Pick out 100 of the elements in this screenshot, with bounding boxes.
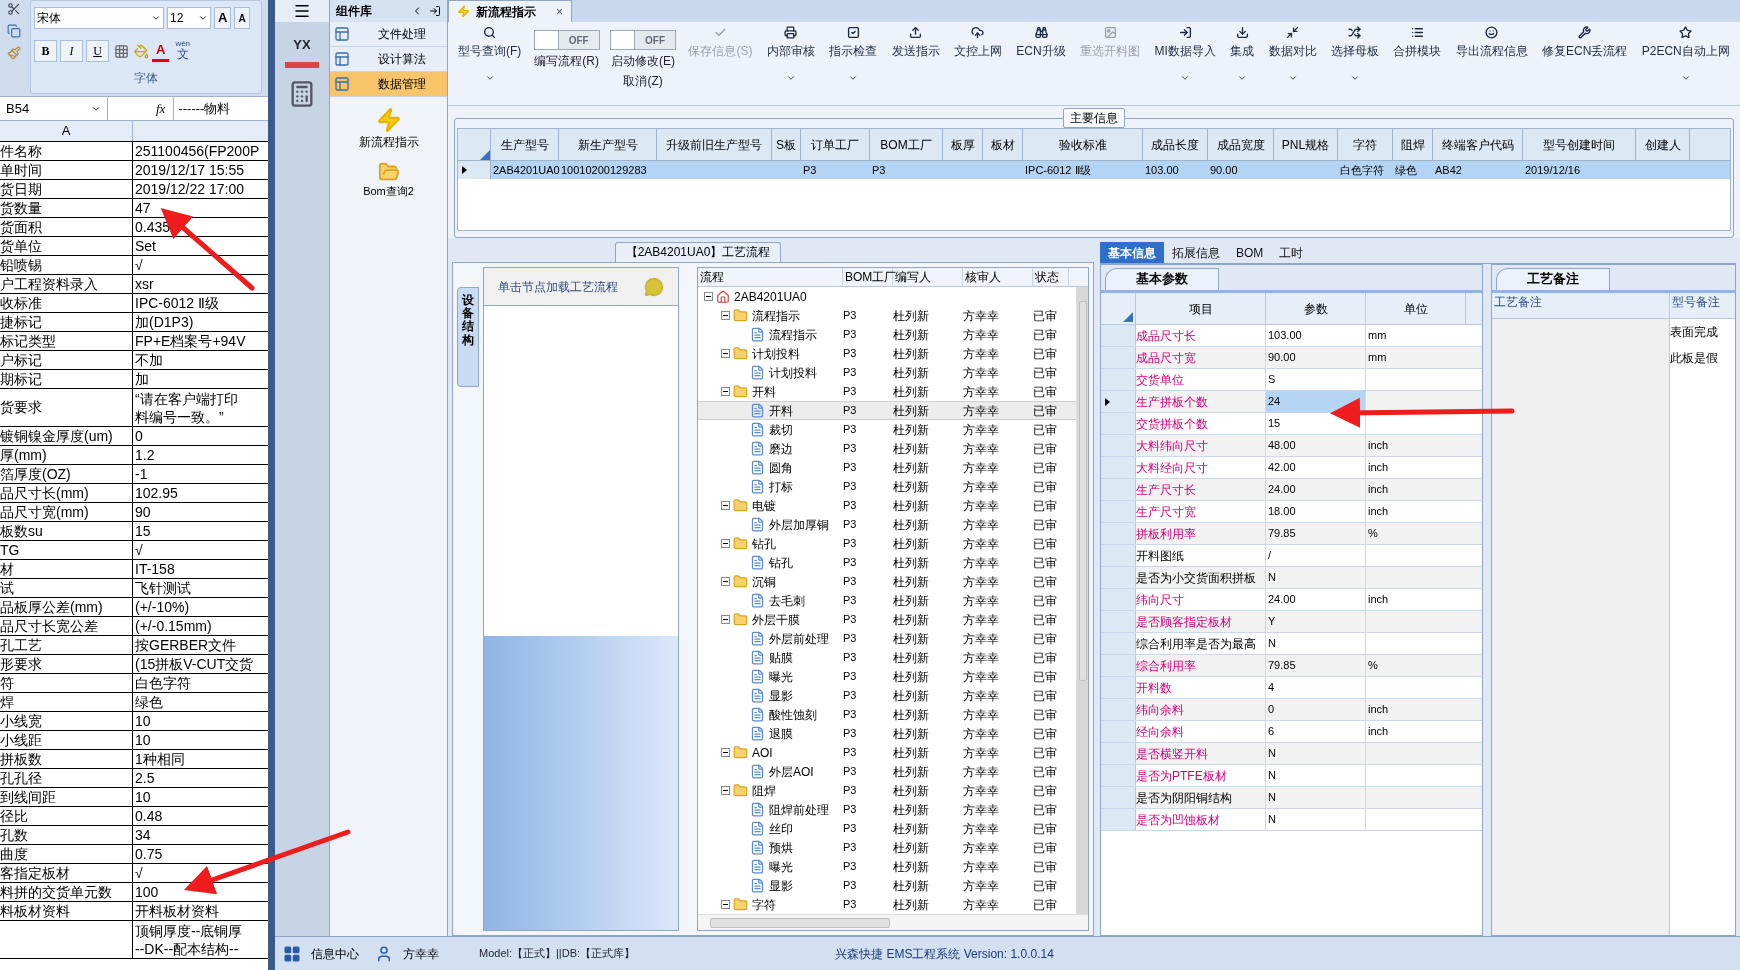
phonetic-button[interactable]: wén 文 (172, 39, 194, 63)
status-text[interactable]: 信息中心 (311, 944, 359, 963)
column-header[interactable]: 阻焊 (1393, 129, 1433, 160)
side-tab[interactable]: 设备结构 (457, 287, 479, 387)
document-tab[interactable]: 新流程指示 × (448, 0, 572, 22)
toolbar-button[interactable]: 修复ECN丢流程 (1540, 26, 1630, 83)
tree-row[interactable]: AOI P3 杜列新 方幸幸 已审 (698, 743, 1076, 762)
tree-row[interactable]: 钻孔 P3 杜列新 方幸幸 已审 (698, 534, 1076, 553)
shortcut-button[interactable]: 新流程指示 (358, 107, 419, 151)
column-header[interactable]: 项目 (1136, 293, 1266, 324)
toolbar-button[interactable]: 型号查询(F) (456, 26, 524, 83)
column-header[interactable]: 终端客户代码 (1433, 129, 1523, 160)
toolbar-button[interactable]: MI数据导入 (1152, 26, 1218, 83)
font-size-dropdown[interactable]: 12 (167, 7, 211, 29)
tree-row[interactable]: 字符 P3 杜列新 方幸幸 已审 (698, 895, 1076, 914)
column-header[interactable]: 状态 (1033, 268, 1069, 286)
component-item[interactable]: 数据管理 (330, 72, 447, 97)
tree-row[interactable]: 电镀 P3 杜列新 方幸幸 已审 (698, 496, 1076, 515)
tree-row[interactable]: 裁切 P3 杜列新 方幸幸 已审 (698, 420, 1076, 439)
toolbar-button[interactable]: 内部审核 (764, 26, 817, 83)
font-dropdown[interactable]: 宋体 (34, 7, 164, 29)
tree-row[interactable]: 预烘 P3 杜列新 方幸幸 已审 (698, 838, 1076, 857)
column-header[interactable]: 成品长度 (1143, 129, 1208, 160)
section-tab[interactable]: 工艺备注 (1496, 268, 1610, 290)
close-icon[interactable]: × (556, 2, 563, 21)
tree-row[interactable]: 沉铜 P3 杜列新 方幸幸 已审 (698, 572, 1076, 591)
shrink-font-button[interactable]: A (234, 7, 250, 29)
component-item[interactable]: 文件处理 (330, 22, 447, 47)
tree-row[interactable]: 开料 P3 杜列新 方幸幸 已审 (698, 401, 1076, 420)
toolbar-button[interactable]: 指示检查 (827, 26, 880, 83)
column-header[interactable]: 生产型号 (491, 129, 559, 160)
tree-row[interactable]: 阻焊前处理 P3 杜列新 方幸幸 已审 (698, 800, 1076, 819)
section-tab[interactable]: 基本参数 (1105, 268, 1219, 290)
toolbar-button[interactable]: 文控上网 (951, 26, 1004, 83)
tree-row[interactable]: 显影 P3 杜列新 方幸幸 已审 (698, 876, 1076, 895)
column-header[interactable]: 字符 (1338, 129, 1393, 160)
font-color-button[interactable]: A (152, 40, 170, 62)
tree-row[interactable]: 钻孔 P3 杜列新 方幸幸 已审 (698, 553, 1076, 572)
column-header[interactable]: 创建人 (1636, 129, 1690, 160)
tree-row[interactable]: 打标 P3 杜列新 方幸幸 已审 (698, 477, 1076, 496)
tree-row[interactable]: 显影 P3 杜列新 方幸幸 已审 (698, 686, 1076, 705)
toggle-switch[interactable]: OFF (610, 30, 677, 50)
tree-row[interactable]: 计划投料 P3 杜列新 方幸幸 已审 (698, 363, 1076, 382)
column-header[interactable]: BOM工厂 (870, 129, 943, 160)
table-row[interactable]: 2AB4201UA0 10010200129283 P3 P3 IPC-6012 Ⅱ级 103.00 90.00 白色字符 绿色 AB42 2019/12/16 (458, 161, 1730, 179)
tree-row[interactable]: 贴膜 P3 杜列新 方幸幸 已审 (698, 648, 1076, 667)
toolbar-button[interactable]: 合拼模块 (1391, 26, 1444, 83)
tree-row[interactable]: 外层干膜 P3 杜列新 方幸幸 已审 (698, 610, 1076, 629)
format-button[interactable]: B (34, 40, 57, 62)
tree-row[interactable]: 阻焊 P3 杜列新 方幸幸 已审 (698, 781, 1076, 800)
column-header[interactable]: PNL规格 (1274, 129, 1338, 160)
column-header[interactable]: 升级前旧生产型号 (657, 129, 772, 160)
toolbar-button[interactable]: 发送指示 (889, 26, 942, 83)
column-header[interactable]: 流程 (698, 268, 843, 286)
tree-row[interactable]: 曝光 P3 杜列新 方幸幸 已审 (698, 857, 1076, 876)
tree-row[interactable]: 酸性蚀刻 P3 杜列新 方幸幸 已审 (698, 705, 1076, 724)
toolbar-button[interactable]: ECN升级 (1014, 26, 1068, 83)
toolbar-button[interactable]: 选择母板 (1328, 26, 1381, 83)
tree-row[interactable]: 退膜 P3 杜列新 方幸幸 已审 (698, 724, 1076, 743)
column-header[interactable]: 板材 (983, 129, 1023, 160)
column-header[interactable]: 型号备注 (1670, 293, 1735, 318)
column-header[interactable]: 型号创建时间 (1523, 129, 1636, 160)
column-header[interactable]: 新生产型号 (559, 129, 657, 160)
tab[interactable]: 工时 (1271, 242, 1312, 263)
toolbar-button[interactable]: 数据对比 (1266, 26, 1319, 83)
column-header[interactable]: 工艺备注 (1492, 293, 1670, 318)
column-header[interactable]: 核审人 (963, 268, 1033, 286)
format-button[interactable]: I (60, 40, 83, 62)
tree-row[interactable]: 去毛刺 P3 杜列新 方幸幸 已审 (698, 591, 1076, 610)
tab[interactable]: 基本信息 (1100, 242, 1164, 263)
column-header[interactable]: 单位 (1366, 293, 1466, 324)
column-header[interactable]: 成品宽度 (1208, 129, 1274, 160)
tree-row[interactable]: 开料 P3 杜列新 方幸幸 已审 (698, 382, 1076, 401)
tab[interactable]: BOM (1228, 242, 1272, 263)
fx-label[interactable]: fx (148, 98, 174, 119)
column-header[interactable]: 参数 (1266, 293, 1366, 324)
tree-row[interactable]: 外层加厚铜 P3 杜列新 方幸幸 已审 (698, 515, 1076, 534)
name-box[interactable]: B54 (0, 97, 108, 120)
toolbar-button[interactable]: P2ECN自动上网 (1639, 26, 1732, 83)
tab[interactable]: 拓展信息 (1164, 242, 1228, 263)
tree-row[interactable]: 2AB4201UA0 (698, 287, 1076, 306)
toolbar-button[interactable]: 集成 (1228, 26, 1257, 83)
column-header[interactable]: 板厚 (943, 129, 983, 160)
toggle-switch[interactable]: OFF (533, 30, 600, 50)
column-header[interactable]: S板 (772, 129, 801, 160)
tree-row[interactable]: 磨边 P3 杜列新 方幸幸 已审 (698, 439, 1076, 458)
tree-row[interactable]: 丝印 P3 杜列新 方幸幸 已审 (698, 819, 1076, 838)
tree-row[interactable]: 流程指示 P3 杜列新 方幸幸 已审 (698, 325, 1076, 344)
tree-row[interactable]: 外层前处理 P3 杜列新 方幸幸 已审 (698, 629, 1076, 648)
tree-row[interactable]: 圆角 P3 杜列新 方幸幸 已审 (698, 458, 1076, 477)
tree-row[interactable]: 流程指示 P3 杜列新 方幸幸 已审 (698, 306, 1076, 325)
column-header[interactable]: 订单工厂 (801, 129, 870, 160)
tree-row[interactable]: 曝光 P3 杜列新 方幸幸 已审 (698, 667, 1076, 686)
column-header[interactable]: 验收标准 (1023, 129, 1143, 160)
tree-row[interactable]: 外层AOI P3 杜列新 方幸幸 已审 (698, 762, 1076, 781)
format-button[interactable]: U (86, 40, 109, 62)
component-item[interactable]: 设计算法 (330, 47, 447, 72)
shortcut-button[interactable]: Bom查询2 (363, 161, 414, 200)
grow-font-button[interactable]: A (214, 7, 232, 29)
tree-row[interactable]: 计划投料 P3 杜列新 方幸幸 已审 (698, 344, 1076, 363)
